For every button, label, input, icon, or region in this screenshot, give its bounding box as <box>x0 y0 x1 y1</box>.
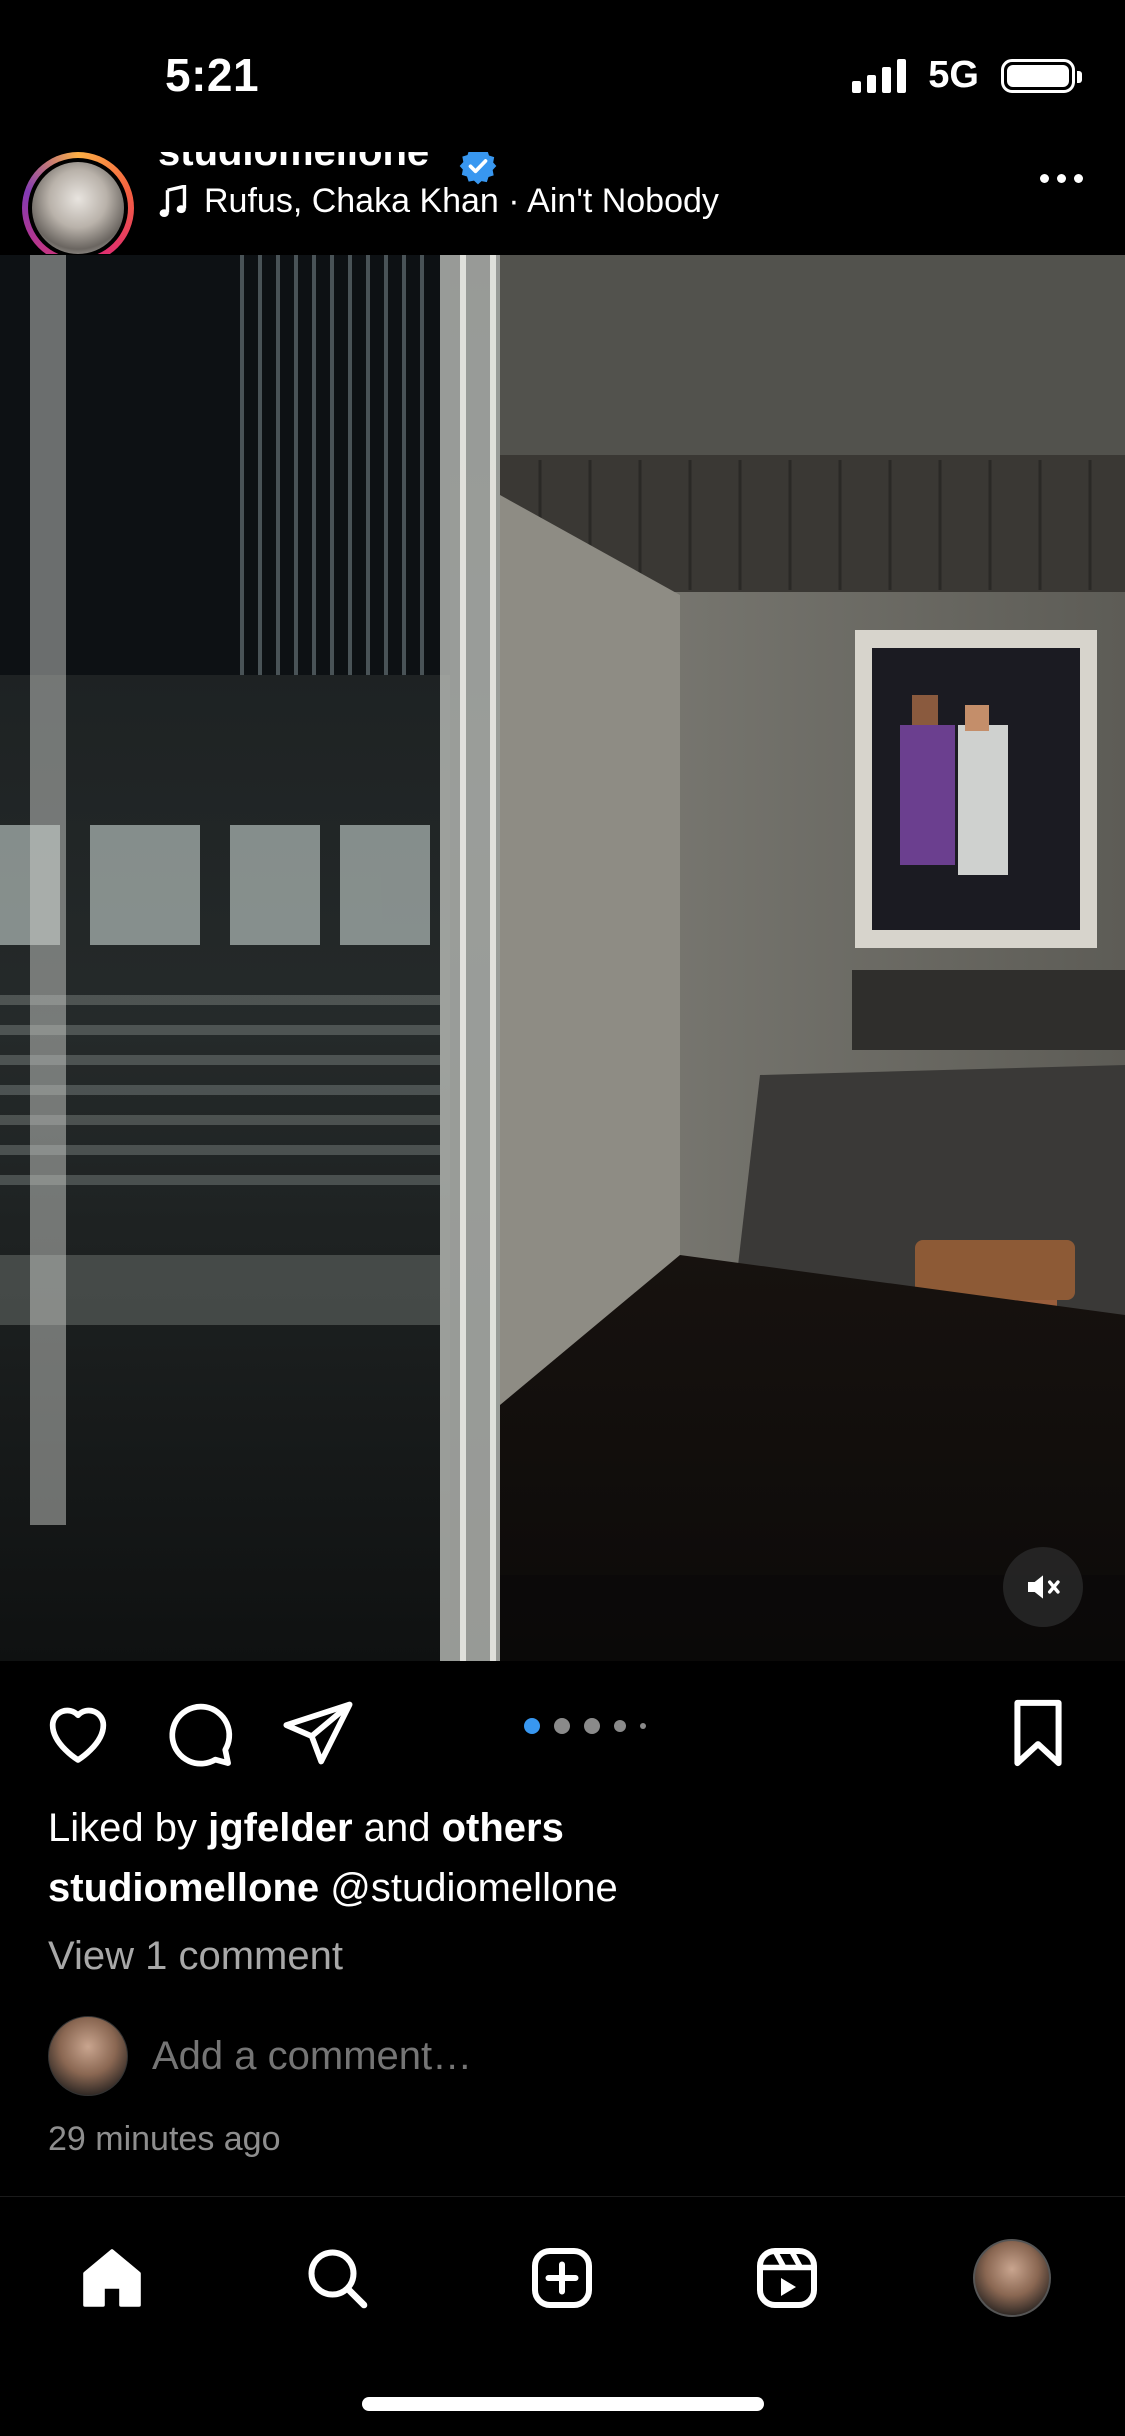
new-post-icon <box>532 2248 592 2308</box>
music-note-icon <box>159 184 187 217</box>
tab-new-post[interactable] <box>517 2233 607 2323</box>
video-frame <box>0 255 1125 1661</box>
caption-username[interactable]: studiomellone <box>48 1866 319 1910</box>
carousel-dot <box>554 1718 570 1734</box>
carousel-indicator <box>524 1718 646 1734</box>
profile-avatar <box>973 2239 1051 2317</box>
caption-text[interactable]: @studiomellone <box>330 1866 617 1910</box>
audio-track-link[interactable]: Rufus, Chaka Khan · Ain't Nobody <box>158 182 719 221</box>
comment-icon[interactable] <box>160 1695 236 1771</box>
author-avatar[interactable] <box>22 152 134 254</box>
tab-reels[interactable] <box>742 2233 832 2323</box>
post-header: studiomellone Rufus, Chaka Khan · Ain't … <box>0 152 1125 254</box>
more-options-button[interactable] <box>1040 174 1083 183</box>
view-comments-link[interactable]: View 1 comment <box>48 1934 343 1979</box>
verified-badge-icon <box>459 152 497 185</box>
post-timestamp: 29 minutes ago <box>48 2120 281 2158</box>
liked-and: and <box>363 1806 431 1850</box>
muted-speaker-icon <box>1028 1575 1060 1599</box>
carousel-dot <box>584 1718 600 1734</box>
likes-summary[interactable]: Liked by jgfelder and others <box>48 1806 564 1851</box>
send-icon[interactable] <box>280 1695 356 1771</box>
liked-prefix: Liked by <box>48 1806 197 1850</box>
post-caption: studiomellone @studiomellone <box>48 1866 618 1911</box>
post-action-bar <box>0 1695 1125 1775</box>
author-username[interactable]: studiomellone <box>158 152 429 175</box>
bottom-tab-bar <box>0 2196 1125 2327</box>
post-video[interactable] <box>0 255 1125 1661</box>
search-icon <box>308 2249 368 2309</box>
cellular-signal-icon <box>852 58 907 93</box>
liked-by-user[interactable]: jgfelder <box>208 1806 352 1850</box>
tab-search[interactable] <box>292 2233 382 2323</box>
battery-icon <box>1001 58 1082 93</box>
tab-profile[interactable] <box>967 2233 1057 2323</box>
status-time: 5:21 <box>165 49 260 101</box>
liked-by-others[interactable]: others <box>442 1806 564 1850</box>
bookmark-icon[interactable] <box>1000 1695 1076 1771</box>
carousel-dot <box>614 1720 626 1732</box>
tab-home[interactable] <box>67 2233 157 2323</box>
home-indicator[interactable] <box>362 2397 764 2411</box>
current-user-avatar <box>48 2016 128 2096</box>
heart-icon[interactable] <box>40 1695 116 1771</box>
mute-toggle-button[interactable] <box>1003 1547 1083 1627</box>
carousel-dot <box>524 1718 540 1734</box>
add-comment-row <box>48 2016 752 2096</box>
comment-input[interactable] <box>152 2033 752 2079</box>
song-title: Rufus, Chaka Khan · Ain't Nobody <box>204 182 719 220</box>
network-type: 5G <box>928 54 979 96</box>
status-indicators: 5G <box>852 54 1082 97</box>
carousel-dot <box>640 1723 646 1729</box>
home-icon <box>83 2249 141 2307</box>
reels-icon <box>757 2248 817 2308</box>
